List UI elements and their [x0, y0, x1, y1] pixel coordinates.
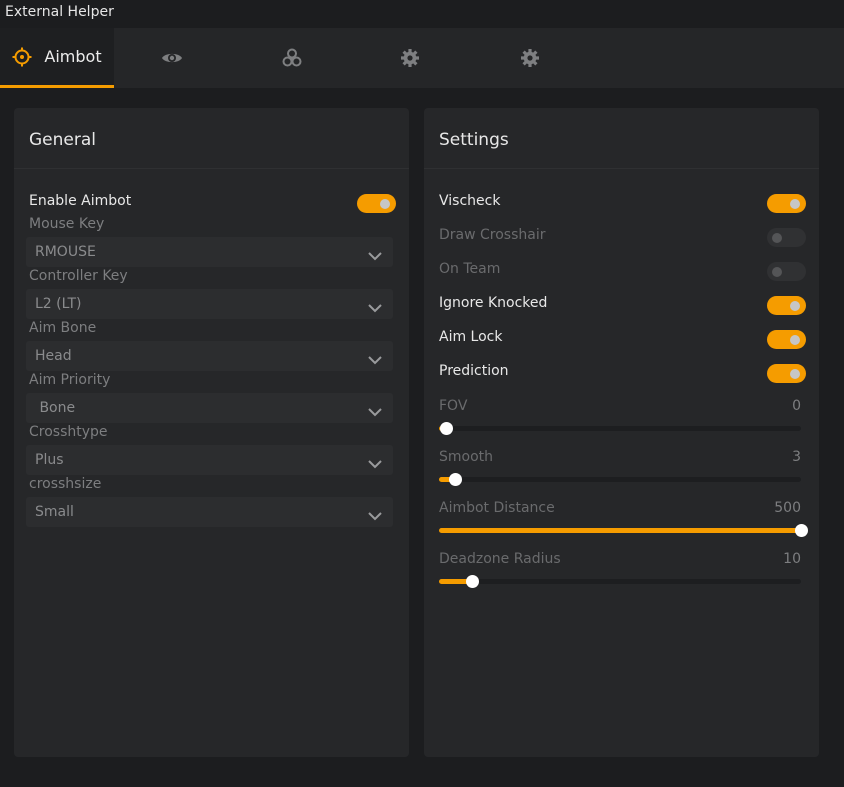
prediction-toggle[interactable]: [767, 364, 806, 383]
aim-bone-value: Head: [35, 348, 72, 364]
general-title: General: [29, 130, 96, 150]
chevron-down-icon: [367, 298, 383, 317]
deadzone-radius-label: Deadzone Radius: [439, 551, 561, 567]
deadzone-radius-value: 10: [783, 551, 801, 567]
toggle-knob: [790, 369, 800, 379]
smooth-label: Smooth: [439, 449, 494, 465]
crosshtype-value: Plus: [35, 452, 64, 468]
slider-track: [439, 426, 801, 431]
deadzone-radius-slider[interactable]: [439, 574, 801, 588]
slider-track: [439, 477, 801, 482]
crosshtype-select[interactable]: Plus: [26, 445, 393, 475]
tab-aimbot[interactable]: Aimbot: [0, 28, 114, 88]
slider-track: [439, 579, 801, 584]
settings-divider: [424, 168, 819, 169]
controller-key-value: L2 (LT): [35, 296, 82, 312]
aimbot-distance-value: 500: [774, 500, 801, 516]
eye-icon: [161, 50, 183, 66]
vischeck-label: Vischeck: [439, 193, 501, 209]
aim-lock-label: Aim Lock: [439, 329, 503, 345]
chevron-down-icon: [367, 246, 383, 265]
draw-crosshair-toggle[interactable]: [767, 228, 806, 247]
tab-aimbot-label: Aimbot: [44, 47, 102, 66]
aim-lock-toggle[interactable]: [767, 330, 806, 349]
enable-aimbot-label: Enable Aimbot: [29, 193, 132, 209]
on-team-label: On Team: [439, 261, 501, 277]
window-title: External Helper: [5, 4, 114, 20]
general-divider: [14, 168, 409, 169]
controller-key-label: Controller Key: [29, 268, 128, 284]
crosshtype-label: Crosshtype: [29, 424, 108, 440]
fov-slider[interactable]: [439, 421, 801, 435]
aim-priority-label: Aim Priority: [29, 372, 111, 388]
toggle-knob: [790, 199, 800, 209]
on-team-toggle[interactable]: [767, 262, 806, 281]
aim-priority-value: Bone: [35, 400, 76, 416]
toggle-knob: [772, 267, 782, 277]
draw-crosshair-label: Draw Crosshair: [439, 227, 546, 243]
toggle-knob: [380, 199, 390, 209]
tab-settings-2[interactable]: [490, 28, 570, 88]
chevron-down-icon: [367, 506, 383, 525]
biohazard-icon: [281, 47, 303, 69]
tab-visuals[interactable]: [132, 28, 212, 88]
vischeck-toggle[interactable]: [767, 194, 806, 213]
gear-icon: [520, 48, 540, 68]
aimbot-distance-slider[interactable]: [439, 523, 808, 537]
gear-icon: [400, 48, 420, 68]
fov-label: FOV: [439, 398, 468, 414]
ignore-knocked-label: Ignore Knocked: [439, 295, 548, 311]
tab-misc[interactable]: [252, 28, 332, 88]
crosshair-icon: [12, 47, 32, 67]
smooth-slider[interactable]: [439, 472, 801, 486]
enable-aimbot-toggle[interactable]: [357, 194, 396, 213]
chevron-down-icon: [367, 402, 383, 421]
aim-bone-select[interactable]: Head: [26, 341, 393, 371]
ignore-knocked-toggle[interactable]: [767, 296, 806, 315]
toggle-knob: [790, 335, 800, 345]
aimbot-distance-label: Aimbot Distance: [439, 500, 555, 516]
settings-panel: Settings Vischeck Draw Crosshair On Team…: [424, 108, 819, 757]
crosshsize-value: Small: [35, 504, 74, 520]
prediction-label: Prediction: [439, 363, 509, 379]
crosshsize-label: crosshsize: [29, 476, 102, 492]
mouse-key-value: RMOUSE: [35, 244, 96, 260]
toggle-knob: [772, 233, 782, 243]
chevron-down-icon: [367, 454, 383, 473]
slider-thumb[interactable]: [440, 422, 454, 435]
toggle-knob: [790, 301, 800, 311]
slider-fill: [439, 528, 801, 533]
chevron-down-icon: [367, 350, 383, 369]
slider-thumb[interactable]: [465, 575, 479, 588]
slider-thumb[interactable]: [795, 524, 808, 537]
aim-priority-select[interactable]: Bone: [26, 393, 393, 423]
controller-key-select[interactable]: L2 (LT): [26, 289, 393, 319]
fov-value: 0: [792, 398, 801, 414]
aim-bone-label: Aim Bone: [29, 320, 97, 336]
mouse-key-label: Mouse Key: [29, 216, 105, 232]
crosshsize-select[interactable]: Small: [26, 497, 393, 527]
general-panel: General Enable Aimbot Mouse Key RMOUSE C…: [14, 108, 409, 757]
settings-title: Settings: [439, 130, 509, 150]
title-bar: External Helper: [0, 0, 844, 28]
tab-settings-1[interactable]: [370, 28, 450, 88]
slider-thumb[interactable]: [449, 473, 463, 486]
smooth-value: 3: [792, 449, 801, 465]
mouse-key-select[interactable]: RMOUSE: [26, 237, 393, 267]
tab-bar: Aimbot: [0, 28, 844, 88]
